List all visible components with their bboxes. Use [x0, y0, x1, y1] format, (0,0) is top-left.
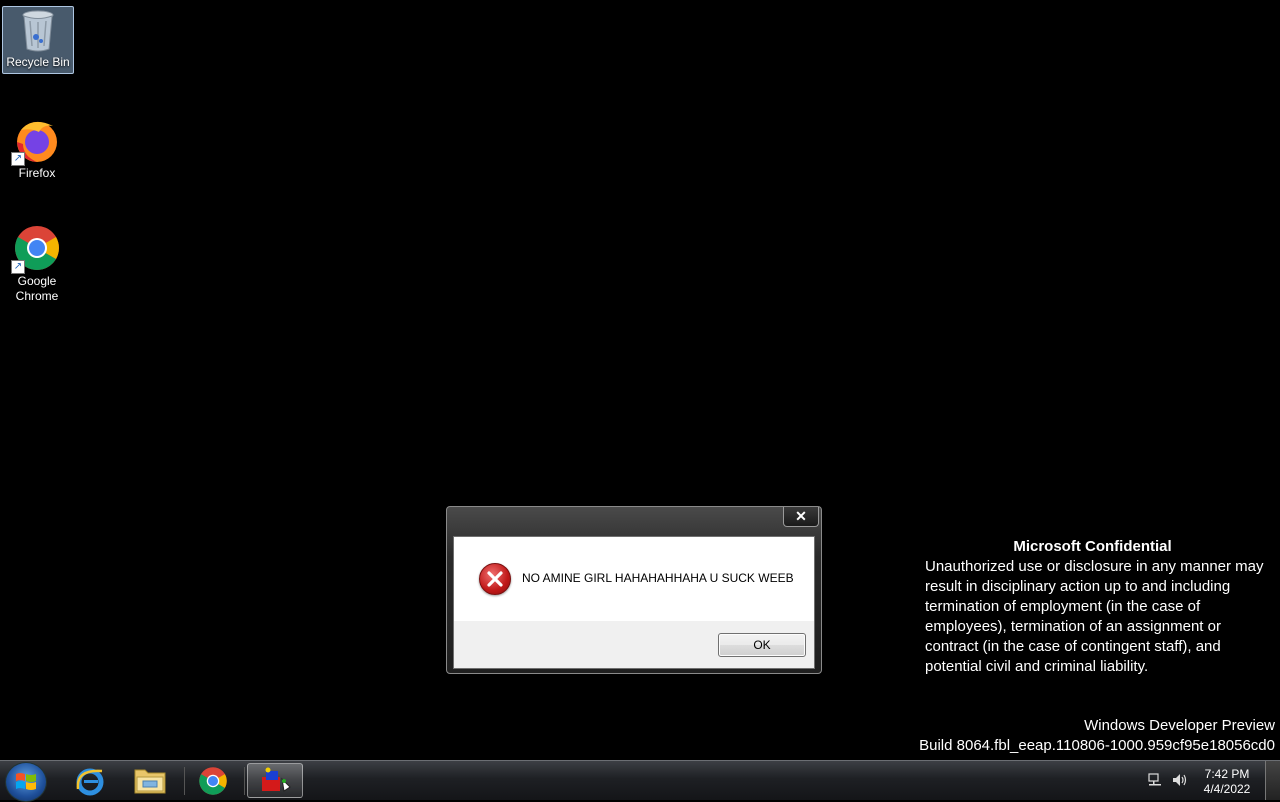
desktop-icon-firefox[interactable]: ↗ Firefox	[2, 112, 72, 181]
dialog-body: NO AMINE GIRL HAHAHAHHAHA U SUCK WEEB OK	[453, 536, 815, 669]
confidential-body: Unauthorized use or disclosure in any ma…	[925, 558, 1264, 675]
taskbar-separator	[244, 767, 245, 795]
clock-date: 4/4/2022	[1203, 782, 1251, 796]
taskbar-chrome[interactable]	[186, 763, 242, 798]
desktop-icon-label: Firefox	[18, 166, 56, 180]
internet-explorer-icon	[76, 768, 104, 796]
start-orb-icon	[16, 773, 36, 790]
build-info: Windows Developer Preview Build 8064.fbl…	[919, 716, 1275, 756]
recycle-bin-icon	[18, 9, 58, 53]
shortcut-arrow-icon: ↗	[11, 260, 25, 274]
build-string: Build 8064.fbl_eeap.110806-1000.959cf95e…	[919, 737, 1275, 754]
confidential-title: Microsoft Confidential	[1013, 538, 1172, 555]
chrome-icon: ↗	[11, 224, 61, 274]
taskbar-separator	[184, 767, 185, 795]
close-button[interactable]: ✕	[783, 507, 819, 527]
dialog-button-area: OK	[454, 621, 814, 668]
show-desktop-button[interactable]	[1265, 761, 1280, 800]
volume-icon[interactable]	[1171, 772, 1187, 788]
desktop-icon-label: Recycle Bin	[6, 55, 70, 69]
clock-time: 7:42 PM	[1204, 767, 1250, 781]
chrome-icon	[199, 767, 227, 795]
product-name: Windows Developer Preview	[1084, 717, 1275, 734]
desktop-icon-label: Google Chrome	[15, 274, 59, 303]
confidential-notice: Microsoft Confidential Unauthorized use …	[925, 537, 1270, 677]
taskbar-internet-explorer[interactable]	[62, 763, 118, 798]
desktop-icon-google-chrome[interactable]: ↗ Google Chrome	[2, 220, 72, 304]
shortcut-arrow-icon: ↗	[11, 152, 25, 166]
start-button[interactable]	[5, 762, 47, 802]
clock[interactable]: 7:42 PM 4/4/2022	[1196, 767, 1258, 797]
app-icon	[262, 767, 291, 792]
dialog-message: NO AMINE GIRL HAHAHAHHAHA U SUCK WEEB	[522, 571, 794, 585]
ok-button[interactable]: OK	[718, 633, 806, 657]
taskbar-file-explorer[interactable]	[122, 763, 178, 798]
file-explorer-icon	[134, 769, 166, 794]
firefox-icon: ↗	[11, 116, 61, 166]
dialog-message-area: NO AMINE GIRL HAHAHAHHAHA U SUCK WEEB	[454, 537, 814, 621]
network-icon[interactable]	[1147, 772, 1163, 788]
desktop-icon-recycle-bin[interactable]: Recycle Bin	[2, 6, 74, 74]
taskbar-app[interactable]	[247, 763, 303, 798]
error-dialog: ✕ NO AMINE GIRL HAHAHAHHAHA U SUCK WEEB …	[446, 506, 822, 674]
error-icon	[479, 563, 511, 595]
taskbar: 7:42 PM 4/4/2022	[0, 760, 1280, 802]
